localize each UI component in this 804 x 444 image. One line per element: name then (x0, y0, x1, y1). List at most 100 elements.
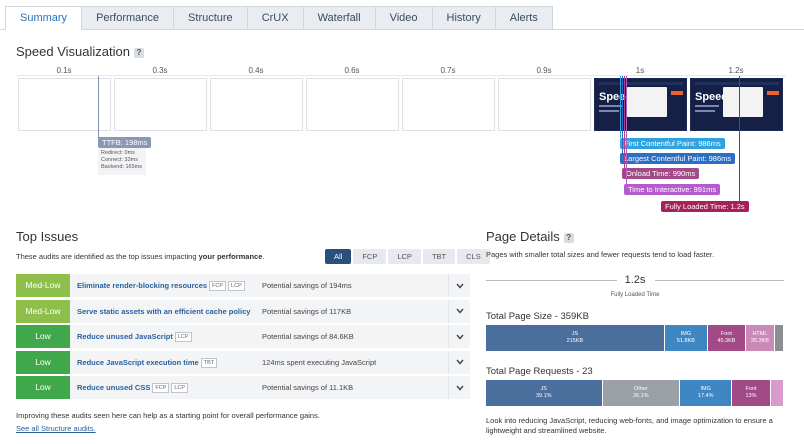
total-page-size-title: Total Page Size - 359KB (486, 311, 589, 322)
metric-marker-line (620, 76, 621, 138)
segment-name: IMG (700, 386, 711, 392)
issue-row[interactable]: Low Reduce unused JavaScript LCP Potential … (16, 325, 470, 348)
segment-name: Other (634, 386, 648, 392)
see-all-structure-audits-link[interactable]: See all Structure audits. (16, 424, 96, 433)
page-size-bar: JS 215KB IMG 51.8KB Font 45.3KB HTML 35.3KB (486, 325, 784, 351)
tab-crux[interactable]: CrUX (246, 6, 303, 30)
page-details-description: Pages with smaller total sizes and fewer… (486, 250, 715, 259)
chevron-down-icon[interactable] (448, 350, 470, 374)
help-icon[interactable]: ? (563, 232, 574, 243)
issue-savings: Potential savings of 194ms (262, 281, 352, 290)
tab-structure[interactable]: Structure (173, 6, 247, 30)
filter-tbt[interactable]: TBT (422, 249, 456, 264)
metric-label: Onload Time: 990ms (622, 168, 700, 179)
bar-segment: Other 26.1% (602, 380, 681, 406)
segment-value: 26.1% (633, 393, 649, 399)
bar-segment (775, 325, 784, 351)
bar-segment: Font 45.3KB (708, 325, 746, 351)
timeline-axis (16, 75, 786, 76)
segment-value: 51.8KB (676, 338, 695, 344)
metric-tag: LCP (228, 281, 245, 292)
metric-tag: FCP (152, 383, 170, 394)
issue-name[interactable]: Eliminate render-blocking resources FCP LC… (77, 274, 245, 297)
issue-name[interactable]: Reduce unused CSS FCP LCP (77, 376, 189, 399)
metric-label: Largest Contentful Paint: 986ms (620, 153, 736, 164)
bar-segment: IMG 51.8KB (664, 325, 708, 351)
bar-segment: JS 215KB (486, 325, 665, 351)
bar-segment: Font 13% (732, 380, 771, 406)
fully-loaded-label: Fully Loaded Time (610, 292, 660, 298)
metric-tag: LCP (174, 332, 192, 343)
timeline-tick: 0.1s (56, 66, 72, 75)
screenshot-card (723, 87, 763, 117)
ttfb-label: TTFB: 198ms (98, 137, 152, 148)
issue-name-text: Reduce JavaScript execution time (77, 357, 199, 367)
filter-lcp[interactable]: LCP (388, 249, 421, 264)
issue-name-text: Reduce unused CSS (77, 383, 151, 392)
issue-name[interactable]: Serve static assets with an efficient ca… (77, 300, 250, 323)
desc-end: . (262, 252, 265, 261)
screenshot-line (695, 105, 719, 107)
tab-waterfall[interactable]: Waterfall (302, 6, 375, 30)
metric-marker-line (624, 76, 625, 168)
filmstrip-screenshot[interactable]: Speed (594, 78, 687, 131)
issue-name[interactable]: Reduce unused JavaScript LCP (77, 325, 192, 348)
issue-row[interactable]: Med-Low Serve static assets with an effic… (16, 299, 470, 323)
chevron-down-icon[interactable] (448, 376, 470, 399)
tab-video[interactable]: Video (374, 6, 432, 30)
filter-fcp[interactable]: FCP (353, 249, 387, 264)
segment-value: 39.1% (535, 393, 552, 399)
fully-loaded-value: 1.2s (624, 274, 646, 286)
segment-name: JS (571, 331, 579, 337)
issue-name[interactable]: Reduce JavaScript execution time TBT (77, 351, 218, 374)
issue-savings: Potential savings of 11.1KB (262, 383, 354, 392)
filmstrip-screenshot[interactable]: Speed (690, 78, 783, 131)
filter-all[interactable]: All (325, 249, 352, 264)
screenshot-line (695, 110, 715, 112)
page-details-title: Page Details? (486, 229, 574, 244)
timeline-tick: 1.2s (728, 66, 744, 75)
issue-row[interactable]: Med-Low Eliminate render-blocking resourc… (16, 274, 470, 297)
severity-badge: Med-Low (16, 299, 70, 323)
metric-label: Fully Loaded Time: 1.2s (661, 201, 749, 212)
metric-label: Time to Interactive: 991ms (624, 184, 721, 195)
page-details-footer: Look into reducing JavaScript, reducing … (486, 416, 773, 435)
metric-filters: All FCP LCP TBT CLS (323, 249, 490, 264)
chevron-down-icon[interactable] (448, 299, 470, 323)
severity-badge: Med-Low (16, 274, 70, 297)
metric-tag: TBT (200, 357, 218, 368)
timeline-tick: 0.7s (440, 66, 456, 75)
screenshot-line (599, 110, 619, 112)
help-icon[interactable]: ? (133, 47, 144, 58)
metric-label: First Contentful Paint: 986ms (620, 138, 725, 149)
segment-value: 35.3KB (750, 338, 769, 344)
filmstrip-frame[interactable] (210, 78, 303, 131)
tab-alerts[interactable]: Alerts (494, 6, 553, 30)
filmstrip-frame[interactable] (306, 78, 399, 131)
metric-tag: FCP (209, 281, 227, 292)
metric-marker-line (626, 76, 627, 184)
top-issues-title: Top Issues (16, 229, 79, 244)
timeline-tick: 0.4s (248, 66, 264, 75)
issue-row[interactable]: Low Reduce unused CSS FCP LCP Potential savi… (16, 376, 470, 399)
filmstrip-frame[interactable] (402, 78, 495, 131)
filmstrip-frame[interactable] (498, 78, 591, 131)
segment-name: JS (540, 386, 547, 392)
ttfb-connect: Connect: 33ms (101, 157, 138, 163)
chevron-down-icon[interactable] (448, 274, 470, 297)
bar-segment (770, 380, 784, 406)
tab-summary[interactable]: Summary (5, 6, 82, 30)
ttfb-details: Redirect: 0ms Connect: 33ms Backend: 165… (98, 148, 146, 175)
tab-history[interactable]: History (431, 6, 495, 30)
filter-cls[interactable]: CLS (457, 249, 490, 264)
chevron-down-icon[interactable] (448, 325, 470, 348)
filmstrip-frame[interactable] (114, 78, 207, 131)
tab-performance[interactable]: Performance (81, 6, 174, 30)
top-issues-footer: Improving these audits seen here can hel… (16, 411, 320, 420)
total-page-requests-title: Total Page Requests - 23 (486, 366, 593, 377)
timeline-tick: 0.6s (344, 66, 360, 75)
desc-text: These audits are identified as the top i… (16, 252, 199, 261)
issue-row[interactable]: Low Reduce JavaScript execution time TBT 12… (16, 350, 470, 374)
page-requests-bar: JS 39.1% Other 26.1% IMG 17.4% Font 13% (486, 380, 784, 406)
issue-savings: Potential savings of 117KB (262, 306, 352, 316)
